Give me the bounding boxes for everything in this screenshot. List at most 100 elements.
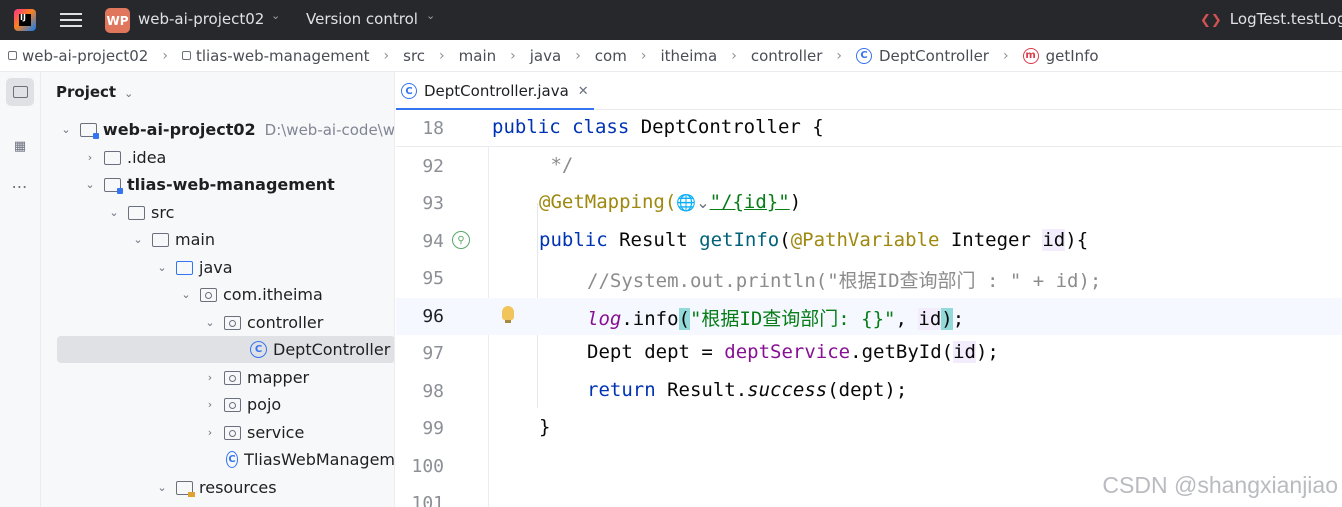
junit-icon: ❮❯: [1200, 13, 1222, 28]
code-area[interactable]: 18 public class DeptController { 92 */ 9…: [396, 110, 1342, 507]
chevron-down-icon[interactable]: ⌄: [60, 123, 72, 136]
tree-item-resources[interactable]: ⌄ resources: [41, 474, 394, 501]
class-icon: C: [856, 47, 872, 64]
breadcrumb-item[interactable]: main: [459, 47, 496, 65]
breadcrumb-item[interactable]: itheima: [660, 47, 717, 65]
tree-item-main[interactable]: ⌄ main: [41, 226, 394, 253]
code-line[interactable]: 92 */: [396, 148, 1342, 185]
package-icon: [224, 370, 241, 385]
close-icon[interactable]: ✕: [578, 84, 589, 99]
code-line[interactable]: 95 //System.out.println("根据ID查询部门 : " + …: [396, 260, 1342, 297]
chevron-right-icon: ›: [575, 47, 581, 64]
chevron-down-icon[interactable]: ⌄: [271, 9, 280, 22]
version-control-menu[interactable]: Version control: [306, 10, 418, 28]
chevron-right-icon: ›: [731, 47, 737, 64]
line-number: 95: [422, 268, 444, 289]
line-number: 92: [422, 156, 444, 177]
code-line[interactable]: 98 return Result.success(dept);: [396, 373, 1342, 410]
editor-tab-bar: C DeptController.java ✕: [396, 72, 1342, 111]
line-number: 18: [422, 118, 444, 139]
chevron-right-icon[interactable]: ›: [204, 371, 216, 384]
chevron-down-icon[interactable]: ⌄: [204, 316, 216, 329]
chevron-down-icon[interactable]: ⌄: [124, 87, 133, 100]
run-config-selector[interactable]: ❮❯ LogTest.testLog: [1200, 10, 1342, 28]
chevron-right-icon: ›: [836, 47, 842, 64]
code-line[interactable]: 18 public class DeptController {: [396, 110, 1342, 147]
editor: C DeptController.java ✕ 18 public class …: [396, 72, 1342, 507]
breadcrumb: web-ai-project02 › tlias-web-management …: [0, 40, 1342, 72]
tool-window-strip: ▦ ⋯: [0, 72, 41, 507]
chevron-down-icon[interactable]: ⌄: [156, 481, 168, 494]
code-line[interactable]: 94 ⚲ public Result getInfo(@PathVariable…: [396, 223, 1342, 260]
tree-item-deptcontroller[interactable]: C DeptController: [57, 336, 394, 363]
lightbulb-icon[interactable]: [502, 306, 514, 323]
folder-icon: [104, 150, 121, 165]
tree-item-idea[interactable]: › .idea: [41, 144, 394, 171]
more-tools-button[interactable]: ⋯: [6, 172, 34, 200]
spring-boot-class-icon: C: [226, 451, 239, 468]
chevron-down-icon[interactable]: ⌄: [84, 178, 96, 191]
breadcrumb-item[interactable]: src: [403, 47, 425, 65]
line-number: 94: [422, 231, 444, 252]
module-icon: [79, 122, 99, 139]
module-icon: [8, 51, 17, 60]
tree-item-src[interactable]: ⌄ src: [41, 199, 394, 226]
endpoint-gutter-icon[interactable]: ⚲: [452, 231, 470, 249]
project-badge[interactable]: WP: [105, 8, 130, 33]
tree-item-java[interactable]: ⌄ java: [41, 254, 394, 281]
project-panel-header[interactable]: Project ⌄: [56, 83, 133, 101]
chevron-right-icon[interactable]: ›: [84, 151, 96, 164]
module-icon: [104, 177, 123, 194]
breadcrumb-item[interactable]: tlias-web-management: [181, 47, 370, 65]
folder-icon: [152, 232, 169, 247]
chevron-right-icon: ›: [162, 47, 168, 64]
project-switcher[interactable]: web-ai-project02: [138, 10, 264, 28]
line-number: 99: [422, 418, 444, 439]
breadcrumb-item[interactable]: com: [595, 47, 627, 65]
breadcrumb-item[interactable]: java: [530, 47, 561, 65]
tree-item-pojo[interactable]: › pojo: [41, 391, 394, 418]
breadcrumb-item[interactable]: controller: [751, 47, 823, 65]
tree-item-controller[interactable]: ⌄ controller: [41, 309, 394, 336]
chevron-down-icon[interactable]: ⌄: [108, 206, 120, 219]
class-icon: C: [250, 341, 267, 358]
tree-item-root[interactable]: ⌄ web-ai-project02 D:\web-ai-code\w: [41, 116, 394, 143]
chevron-right-icon[interactable]: ›: [204, 426, 216, 439]
more-icon: ⋯: [11, 176, 29, 196]
tree-item-package[interactable]: ⌄ com.itheima: [41, 281, 394, 308]
source-folder-icon: [176, 260, 193, 275]
structure-tool-button[interactable]: ▦: [6, 132, 34, 160]
title-bar: IJ WP web-ai-project02 ⌄ Version control…: [0, 0, 1342, 40]
method-icon: m: [1022, 47, 1039, 64]
chevron-down-icon[interactable]: ⌄: [132, 233, 144, 246]
chevron-down-icon[interactable]: ⌄: [426, 9, 435, 22]
code-line[interactable]: 99 }: [396, 410, 1342, 447]
tree-item-service[interactable]: › service: [41, 419, 394, 446]
globe-icon[interactable]: 🌐⌄: [676, 193, 709, 212]
run-config-label: LogTest.testLog: [1229, 10, 1342, 28]
code-line[interactable]: 97 Dept dept = deptService.getById(id);: [396, 335, 1342, 372]
class-icon: C: [401, 83, 417, 99]
breadcrumb-item[interactable]: C DeptController: [856, 47, 989, 65]
chevron-right-icon: ›: [510, 47, 516, 64]
tree-item-application[interactable]: C TliasWebManagem: [41, 446, 394, 473]
chevron-down-icon[interactable]: ⌄: [156, 261, 168, 274]
watermark: CSDN @shangxianjiao: [1102, 472, 1338, 498]
chevron-down-icon[interactable]: ⌄: [180, 288, 192, 301]
line-number: 101: [411, 493, 444, 507]
chevron-right-icon[interactable]: ›: [204, 398, 216, 411]
intellij-logo-icon[interactable]: IJ: [14, 9, 36, 31]
project-tool-button[interactable]: [6, 78, 34, 106]
chevron-right-icon: ›: [439, 47, 445, 64]
tree-item-mapper[interactable]: › mapper: [41, 364, 394, 391]
breadcrumb-item[interactable]: web-ai-project02: [8, 47, 148, 65]
code-line[interactable]: 93 @GetMapping(🌐⌄"/{id}"): [396, 185, 1342, 222]
folder-icon: [128, 205, 145, 220]
breadcrumb-item[interactable]: m getInfo: [1022, 47, 1099, 65]
package-icon: [224, 315, 241, 330]
main-menu-icon[interactable]: [60, 10, 82, 30]
tab-deptcontroller[interactable]: C DeptController.java ✕: [396, 72, 594, 111]
tree-item-module[interactable]: ⌄ tlias-web-management: [41, 171, 394, 198]
line-number: 100: [411, 456, 444, 477]
code-line-current[interactable]: 96 log.info("根据ID查询部门: {}", id);: [396, 298, 1342, 335]
